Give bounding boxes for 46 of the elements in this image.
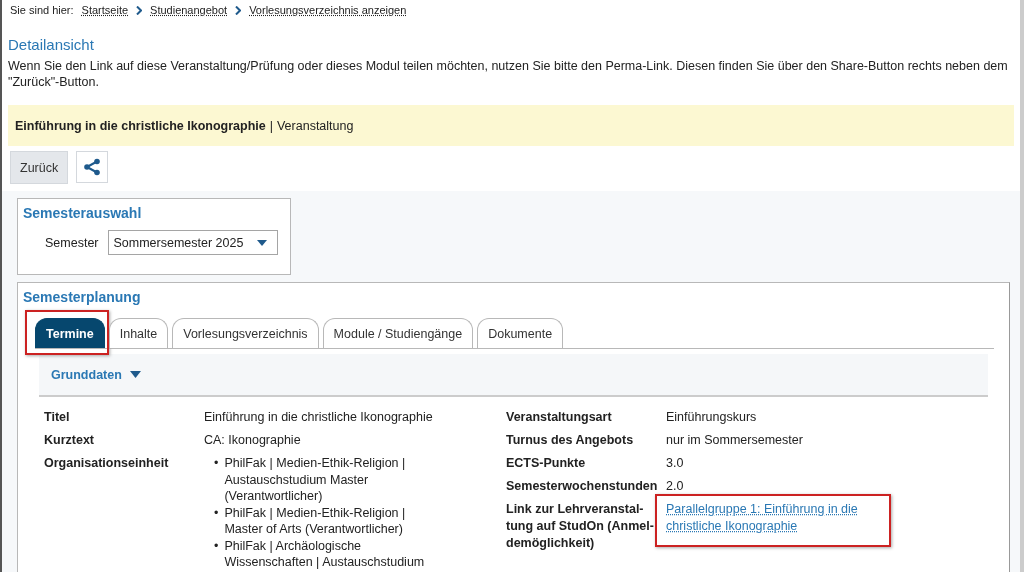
breadcrumb-link[interactable]: Startseite (81, 4, 129, 16)
field-value: Einführungskurs (666, 409, 758, 426)
field-value: CA: Ikonographie (204, 432, 302, 449)
course-link[interactable]: Parallelgruppe 1: Einführung in die christliche Ikonographie (666, 501, 876, 535)
course-title: Einführung in die christliche Ikonographie (15, 118, 266, 133)
field-label: Titel (44, 409, 71, 426)
list-item: PhilFak | Medien-Ethik-Religion | Austauschstudium Master (Verantwortlicher) (224, 455, 407, 505)
tab[interactable]: Module / Studiengänge (322, 318, 474, 348)
field-value: Einführung in die christliche Ikonographie (204, 409, 434, 426)
separator: | (269, 118, 273, 133)
share-button[interactable] (76, 151, 109, 183)
field-label: Kurztext (44, 432, 95, 449)
chevron-icon (235, 5, 242, 15)
field-label: Organisationseinheit (44, 455, 170, 472)
breadcrumb-link[interactable]: Studienangebot (150, 4, 228, 16)
bullet: • (214, 537, 219, 555)
back-button[interactable]: Zurück (10, 151, 69, 184)
panel-title: Semesterauswahl (23, 205, 143, 221)
page-heading: Detailansicht (8, 36, 95, 53)
intro-text: Wenn Sie den Link auf diese Veranstaltung/Prüfung oder dieses Modul teilen möchten, nutzen Sie bitte den Perma-Link. Diesen finden Sie über den Share-Button rechts neben dem "Zurück"-Button. (8, 58, 1009, 90)
caret-icon (257, 239, 268, 246)
field-label: Semester (45, 235, 99, 250)
field-value: 2.0 (666, 478, 685, 495)
chevron-icon (136, 5, 143, 15)
course-type: Veranstaltung (276, 118, 354, 133)
breadcrumb-label: Sie sind hier: (10, 4, 74, 16)
bullet: • (214, 455, 219, 472)
field-label: Semesterwochenstunden (506, 478, 659, 495)
share-icon (83, 158, 102, 176)
list-item: PhilFak | Archäologische Wissenschaften | Austauschstudium (224, 537, 426, 571)
tab[interactable]: Dokumente (477, 318, 564, 348)
breadcrumb-link[interactable]: Vorlesungsverzeichnis anzeigen (249, 4, 407, 16)
tab[interactable]: Inhalte (108, 318, 169, 348)
bullet: • (214, 504, 219, 522)
field-label: Turnus des Angebots (506, 432, 635, 449)
field-label: ECTS-Punkte (506, 455, 587, 472)
list-item: PhilFak | Medien-Ethik-Religion | Master of Arts (Verantwortlicher) (224, 504, 407, 538)
field-value: 3.0 (666, 455, 685, 472)
tab[interactable]: Termine (35, 318, 105, 348)
field-value: nur im Sommersemester (666, 432, 804, 449)
field-label: Veranstaltungsart (506, 409, 613, 426)
tab[interactable]: Vorlesungsverzeichnis (172, 318, 319, 348)
field-label: Link zur Lehrveranstal-tung auf StudOn (Anmel-demöglichkeit) (506, 501, 655, 552)
section-header[interactable]: Grunddaten (39, 354, 988, 397)
panel-title: Semesterplanung (23, 289, 142, 305)
semester-dropdown[interactable]: Sommersemester 2025 (107, 230, 279, 255)
